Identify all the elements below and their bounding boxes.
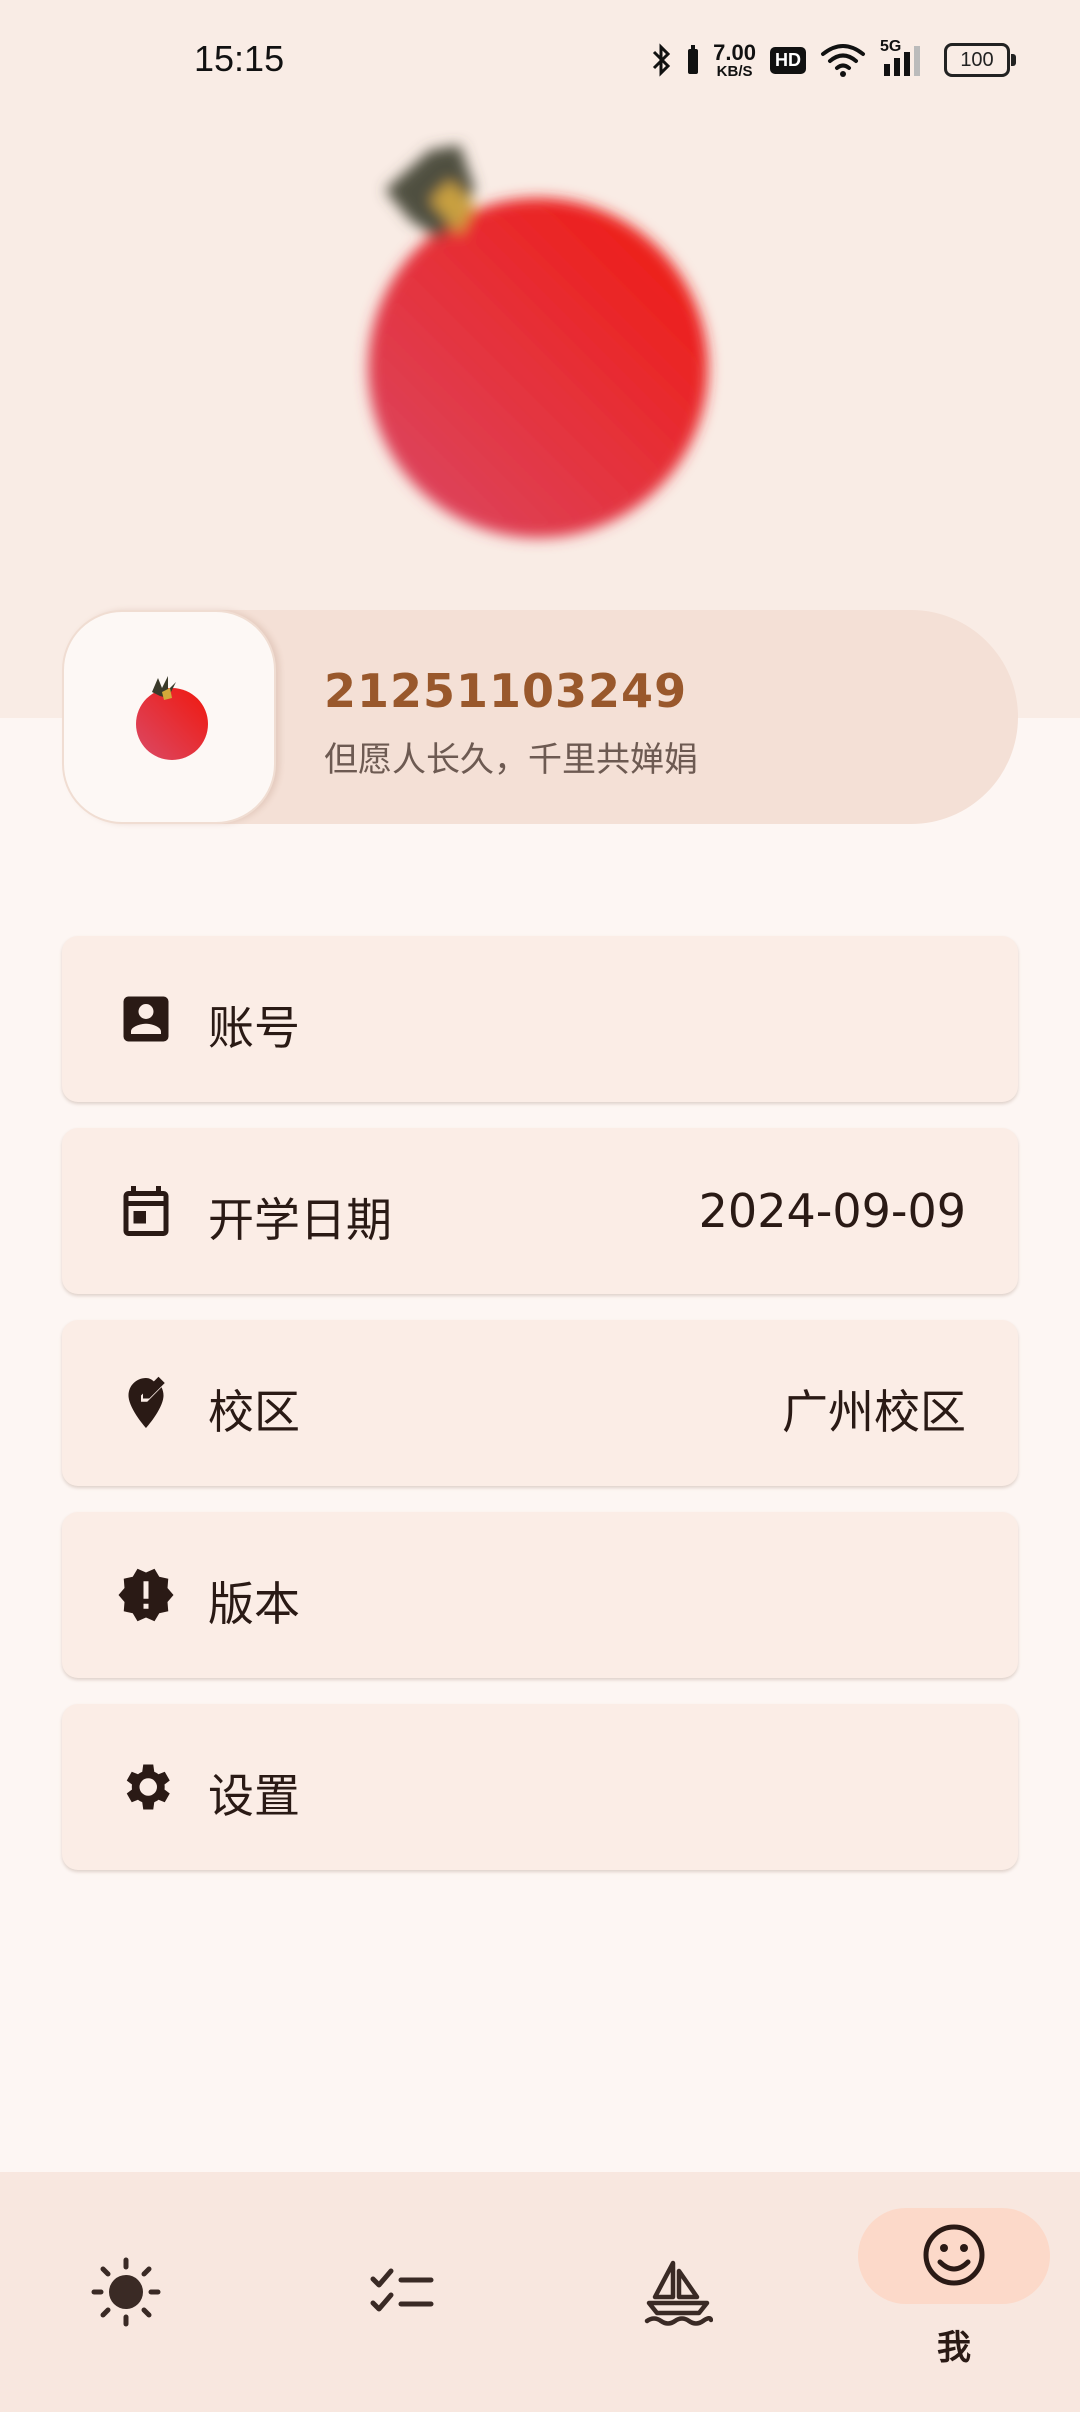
nav-item-tasks[interactable]	[302, 2172, 502, 2412]
status-bar: 15:15 7.00 KB/S HD 5G 100	[0, 0, 1080, 124]
net-speed: 7.00 KB/S	[713, 39, 756, 80]
calendar-icon	[123, 1186, 169, 1236]
checklist-icon	[370, 2268, 434, 2312]
signal: 5G	[880, 38, 930, 78]
bluetooth-icon	[653, 43, 671, 77]
hd-badge: HD	[770, 46, 806, 74]
battery-indicator: 100	[944, 43, 1016, 77]
account-box-icon	[123, 996, 169, 1042]
campus-value: 广州校区	[782, 1385, 966, 1439]
nav-item-me[interactable]: 我	[854, 2172, 1054, 2412]
bottom-navigation: 我	[0, 2172, 1080, 2412]
net-speed-unit: KB/S	[716, 62, 753, 80]
signal-icon	[884, 46, 920, 76]
menu-label: 开学日期	[208, 1193, 392, 1247]
status-icons: 7.00 KB/S HD 5G 100	[651, 38, 1016, 82]
new-releases-icon	[118, 1568, 174, 1622]
nav-label-me: 我	[937, 2328, 971, 2368]
smiley-icon	[923, 2224, 985, 2286]
user-id: 21251103249	[324, 664, 688, 718]
sun-icon	[91, 2257, 161, 2327]
gear-icon	[126, 1764, 170, 1810]
menu-item-start-date[interactable]: 开学日期 2024-09-09	[62, 1128, 1018, 1294]
status-time: 15:15	[194, 38, 285, 79]
net-speed-value: 7.00	[713, 39, 756, 65]
nav-item-today[interactable]	[26, 2172, 226, 2412]
tomato-avatar-icon	[136, 676, 208, 760]
location-edit-icon	[128, 1376, 165, 1428]
sailboat-icon	[644, 2260, 713, 2326]
menu-label: 校区	[208, 1385, 300, 1439]
menu-item-campus[interactable]: 校区 广州校区	[62, 1320, 1018, 1486]
profile-card[interactable]: 21251103249 但愿人长久，千里共婵娟	[62, 610, 1018, 824]
battery-small-icon	[688, 45, 699, 74]
user-motto: 但愿人长久，千里共婵娟	[324, 740, 698, 780]
menu-item-account[interactable]: 账号	[62, 936, 1018, 1102]
start-date-value: 2024-09-09	[698, 1184, 966, 1238]
nav-item-explore[interactable]	[578, 2172, 778, 2412]
avatar[interactable]	[62, 610, 276, 824]
menu-label: 版本	[208, 1577, 300, 1631]
wifi-icon	[821, 44, 865, 77]
menu-label: 账号	[208, 1001, 300, 1055]
menu-item-settings[interactable]: 设置	[62, 1704, 1018, 1870]
menu-label: 设置	[208, 1769, 300, 1823]
tomato-illustration	[368, 145, 708, 538]
menu-item-version[interactable]: 版本	[62, 1512, 1018, 1678]
